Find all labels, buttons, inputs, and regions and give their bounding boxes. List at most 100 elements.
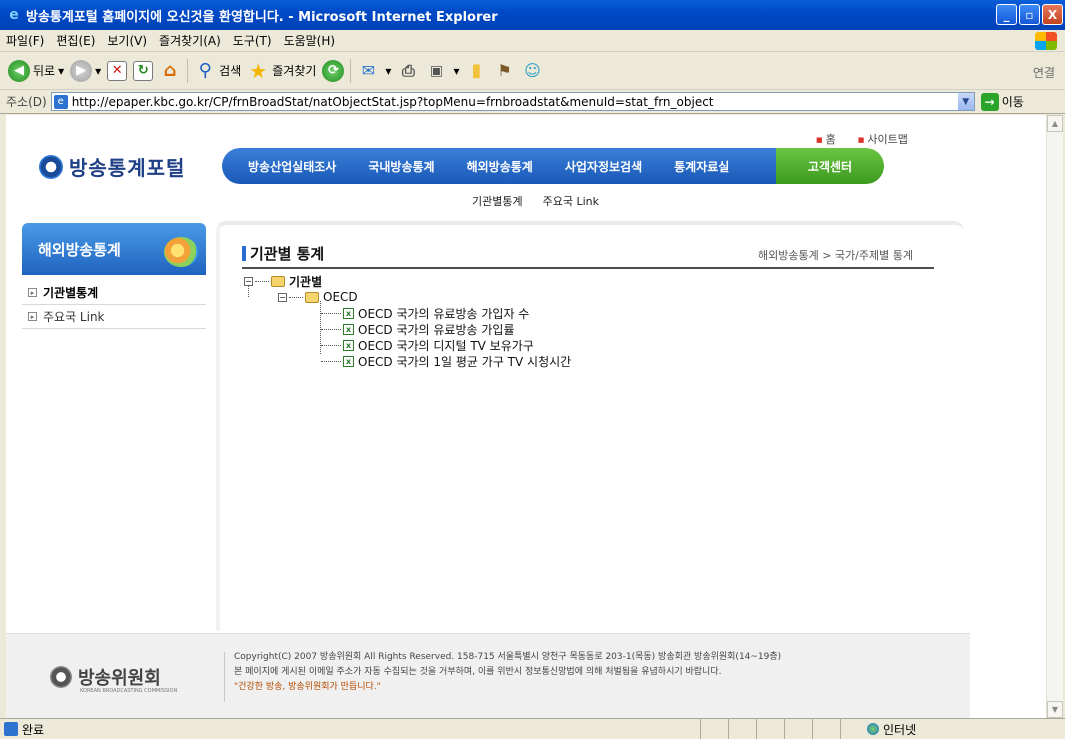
refresh-icon[interactable]: ↻ <box>133 60 154 81</box>
sitemap-link[interactable]: 사이트맵 <box>858 131 907 147</box>
tree-dots <box>321 344 341 346</box>
discuss-icon[interactable]: ▮ <box>465 60 487 82</box>
research-icon[interactable]: ⚑ <box>493 60 515 82</box>
menu-file[interactable]: 파일(F) <box>0 32 50 49</box>
go-arrow-icon: → <box>980 92 999 111</box>
menu-favorites[interactable]: 즐겨찾기(A) <box>153 32 227 49</box>
page-icon: e <box>53 94 68 109</box>
sidebar-title: 해외방송통계 <box>38 240 121 259</box>
security-zone: 인터넷 <box>840 719 916 739</box>
close-button[interactable]: X <box>1042 4 1063 25</box>
footer-logo: 방송위원회 KOREAN BROADCASTING COMMISSION <box>50 664 177 694</box>
internet-globe-icon <box>867 723 879 735</box>
tree-node-root[interactable]: − 기관별 <box>244 273 571 289</box>
back-dropdown-icon[interactable]: ▾ <box>58 64 64 78</box>
address-url[interactable]: http://epaper.kbc.go.kr/CP/frnBroadStat/… <box>72 95 958 109</box>
scroll-up-icon[interactable]: ▲ <box>1047 115 1063 132</box>
mail-dropdown-icon[interactable]: ▾ <box>385 64 391 78</box>
edit-icon[interactable]: ▣ <box>425 60 447 82</box>
page-footer: 방송위원회 KOREAN BROADCASTING COMMISSION Cop… <box>6 633 970 718</box>
nav-item-survey[interactable]: 방송산업실태조사 <box>232 158 352 175</box>
tree-dots <box>321 360 341 362</box>
favorites-button[interactable]: ★ 즐겨찾기 <box>247 59 316 83</box>
forward-button[interactable]: ▶ ▾ <box>70 59 101 82</box>
address-dropdown-icon[interactable]: ▼ <box>957 93 974 110</box>
home-icon[interactable]: ⌂ <box>159 60 181 82</box>
tree-item[interactable]: x OECD 국가의 유료방송 가입률 <box>244 321 571 337</box>
stat-tree: − 기관별 − OECD x OECD 국가의 유료방송 가입자 수 x OEC… <box>244 273 571 369</box>
toolbar-separator <box>350 58 352 83</box>
home-link[interactable]: 홈 <box>816 131 836 147</box>
scroll-down-icon[interactable]: ▼ <box>1047 701 1063 718</box>
tree-connector <box>248 285 249 297</box>
forward-dropdown-icon[interactable]: ▾ <box>95 64 101 78</box>
nav-item-overseas[interactable]: 해외방송통계 <box>451 158 549 175</box>
tree-root-label: 기관별 <box>289 274 323 289</box>
history-icon[interactable]: ⟳ <box>322 59 345 82</box>
back-arrow-icon: ◀ <box>8 59 30 82</box>
tree-dots <box>289 296 303 298</box>
print-icon[interactable]: ⎙ <box>397 60 419 82</box>
search-icon: ⚲ <box>198 60 212 81</box>
ie-icon: e <box>9 7 19 23</box>
messenger-icon[interactable]: ☺ <box>521 60 543 82</box>
site-logo[interactable]: 방송통계포털 <box>39 152 185 181</box>
sidebar-item-label: 주요국 Link <box>43 310 105 324</box>
menu-edit[interactable]: 편집(E) <box>50 32 101 49</box>
footer-logo-text: 방송위원회 <box>78 668 161 689</box>
page-viewport: 홈 사이트맵 방송통계포털 방송산업실태조사 국내방송통계 해외방송통계 사업자… <box>6 115 1047 718</box>
content-title: 기관별 통계 <box>242 243 324 264</box>
back-button[interactable]: ◀ 뒤로 ▾ <box>8 59 64 82</box>
tree-node-group[interactable]: − OECD <box>244 289 571 305</box>
tree-item[interactable]: x OECD 국가의 디지털 TV 보유가구 <box>244 337 571 353</box>
logo-text: 방송통계포털 <box>69 156 186 180</box>
status-cells <box>700 719 840 739</box>
folder-icon <box>271 275 285 287</box>
tree-connector <box>320 301 321 354</box>
menu-tools[interactable]: 도구(T) <box>227 32 278 49</box>
nav-item-customer-center[interactable]: 고객센터 <box>776 148 884 184</box>
tree-dots <box>321 328 341 330</box>
go-button[interactable]: → 이동 <box>980 92 1024 111</box>
nav-item-domestic[interactable]: 국내방송통계 <box>352 158 450 175</box>
tree-group-label: OECD <box>323 290 358 304</box>
window-title: 방송통계포털 홈페이지에 오신것을 환영합니다. - Microsoft Int… <box>26 9 498 25</box>
nav-item-library[interactable]: 통계자료실 <box>658 158 745 175</box>
sub-nav: 기관별통계 주요국 Link <box>472 193 599 209</box>
collapse-icon[interactable]: − <box>278 292 287 302</box>
footer-divider <box>224 652 225 702</box>
address-bar: 주소(D) e http://epaper.kbc.go.kr/CP/frnBr… <box>0 90 1065 114</box>
tree-item-label: OECD 국가의 디지털 TV 보유가구 <box>358 338 534 353</box>
tree-item[interactable]: x OECD 국가의 1일 평균 가구 TV 시청시간 <box>244 353 571 369</box>
stop-icon[interactable]: ✕ <box>107 60 128 81</box>
sidebar-item-links[interactable]: ▸ 주요국 Link <box>22 305 206 329</box>
tree-dots <box>255 280 269 282</box>
links-label[interactable]: 연결 <box>1033 64 1055 81</box>
main-nav: 방송산업실태조사 국내방송통계 해외방송통계 사업자정보검색 통계자료실 <box>222 148 778 184</box>
title-bar-icon <box>242 246 246 261</box>
content-title-text: 기관별 통계 <box>250 245 325 263</box>
mail-icon[interactable]: ✉ <box>357 60 379 82</box>
footer-logo-subtext: KOREAN BROADCASTING COMMISSION <box>80 688 178 694</box>
menu-view[interactable]: 보기(V) <box>101 32 153 49</box>
subnav-item-links[interactable]: 주요국 Link <box>543 193 599 209</box>
sidebar-item-agency[interactable]: ▸ 기관별통계 <box>22 281 206 305</box>
status-bar: 완료 인터넷 <box>0 718 1065 739</box>
minimize-button[interactable]: _ <box>996 4 1017 25</box>
subnav-item-agency[interactable]: 기관별통계 <box>472 193 523 209</box>
menu-help[interactable]: 도움말(H) <box>278 32 342 49</box>
sidebar-item-label: 기관별통계 <box>43 286 99 300</box>
vertical-scrollbar[interactable]: ▲ ▼ <box>1046 115 1063 718</box>
nav-item-operator-search[interactable]: 사업자정보검색 <box>549 158 658 175</box>
tree-item[interactable]: x OECD 국가의 유료방송 가입자 수 <box>244 305 571 321</box>
maximize-button[interactable]: ▫ <box>1019 4 1040 25</box>
tree-item-label: OECD 국가의 유료방송 가입자 수 <box>358 306 530 321</box>
tree-dots <box>321 312 341 314</box>
address-input[interactable]: e http://epaper.kbc.go.kr/CP/frnBroadSta… <box>50 92 975 111</box>
tree-item-label: OECD 국가의 1일 평균 가구 TV 시청시간 <box>358 354 572 369</box>
menu-bar: 파일(F) 편집(E) 보기(V) 즐겨찾기(A) 도구(T) 도움말(H) <box>0 30 1065 52</box>
search-button[interactable]: ⚲ 검색 <box>194 60 242 82</box>
edit-dropdown-icon[interactable]: ▾ <box>453 64 459 78</box>
footer-email-notice: 본 페이지에 게시된 이메일 주소가 자동 수집되는 것을 거부하며, 이를 위… <box>234 667 722 677</box>
tree-item-label: OECD 국가의 유료방송 가입률 <box>358 322 515 337</box>
